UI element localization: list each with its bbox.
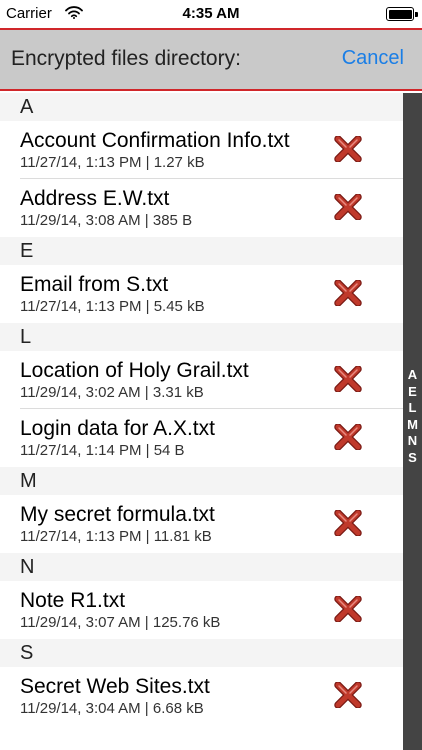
- delete-button[interactable]: [333, 595, 363, 625]
- file-row[interactable]: Email from S.txt 11/27/14, 1:13 PM | 5.45…: [0, 265, 403, 323]
- file-name: Note R1.txt: [20, 589, 126, 612]
- file-meta: 11/29/14, 3:04 AM | 6.68 kB: [20, 700, 204, 717]
- file-meta: 11/27/14, 1:14 PM | 54 B: [20, 442, 185, 459]
- section-index-bar[interactable]: AELMNS: [403, 93, 422, 750]
- delete-x-icon: [334, 509, 362, 539]
- file-name: Secret Web Sites.txt: [20, 675, 210, 698]
- delete-button[interactable]: [333, 681, 363, 711]
- file-row[interactable]: Account Confirmation Info.txt 11/27/14, 1…: [0, 121, 403, 179]
- section-group: Secret Web Sites.txt 11/29/14, 3:04 AM | …: [0, 667, 403, 725]
- delete-button[interactable]: [333, 135, 363, 165]
- file-name: Account Confirmation Info.txt: [20, 129, 290, 152]
- status-time: 4:35 AM: [182, 5, 240, 22]
- delete-x-icon: [334, 193, 362, 223]
- cancel-button[interactable]: Cancel: [342, 47, 404, 70]
- delete-button[interactable]: [333, 279, 363, 309]
- file-name: Address E.W.txt: [20, 187, 170, 210]
- battery-icon: [386, 7, 418, 21]
- section-index-letters: AELMNS: [403, 367, 422, 466]
- delete-x-icon: [334, 681, 362, 711]
- file-name: Location of Holy Grail.txt: [20, 359, 249, 382]
- index-letter-a[interactable]: A: [408, 367, 417, 384]
- section-header-m: M: [0, 467, 403, 495]
- file-meta: 11/27/14, 1:13 PM | 1.27 kB: [20, 154, 205, 171]
- file-row[interactable]: Location of Holy Grail.txt 11/29/14, 3:02…: [0, 351, 403, 409]
- status-bar: Carrier 4:35 AM: [0, 0, 422, 28]
- file-meta: 11/29/14, 3:07 AM | 125.76 kB: [20, 614, 221, 631]
- file-row[interactable]: Secret Web Sites.txt 11/29/14, 3:04 AM | …: [0, 667, 403, 725]
- index-letter-n[interactable]: N: [408, 433, 417, 450]
- file-row[interactable]: Address E.W.txt 11/29/14, 3:08 AM | 385 B: [0, 179, 403, 237]
- file-meta: 11/29/14, 3:02 AM | 3.31 kB: [20, 384, 204, 401]
- section-group: Note R1.txt 11/29/14, 3:07 AM | 125.76 kB: [0, 581, 403, 639]
- delete-button[interactable]: [333, 365, 363, 395]
- section-header-l: L: [0, 323, 403, 351]
- file-list[interactable]: A Account Confirmation Info.txt 11/27/14, …: [0, 93, 403, 750]
- file-name: Login data for A.X.txt: [20, 417, 215, 440]
- section-header-e: E: [0, 237, 403, 265]
- delete-x-icon: [334, 423, 362, 453]
- delete-button[interactable]: [333, 193, 363, 223]
- index-letter-s[interactable]: S: [408, 450, 417, 467]
- section-group: Location of Holy Grail.txt 11/29/14, 3:02…: [0, 351, 403, 467]
- index-letter-l[interactable]: L: [409, 400, 417, 417]
- delete-x-icon: [334, 135, 362, 165]
- file-name: My secret formula.txt: [20, 503, 215, 526]
- delete-button[interactable]: [333, 509, 363, 539]
- section-group: My secret formula.txt 11/27/14, 1:13 PM |…: [0, 495, 403, 553]
- file-row[interactable]: Note R1.txt 11/29/14, 3:07 AM | 125.76 kB: [0, 581, 403, 639]
- section-header-a: A: [0, 93, 403, 121]
- delete-x-icon: [334, 279, 362, 309]
- page-title: Encrypted files directory:: [11, 47, 241, 70]
- section-group: Email from S.txt 11/27/14, 1:13 PM | 5.45…: [0, 265, 403, 323]
- delete-x-icon: [334, 365, 362, 395]
- file-meta: 11/27/14, 1:13 PM | 5.45 kB: [20, 298, 205, 315]
- file-row[interactable]: Login data for A.X.txt 11/27/14, 1:14 PM …: [0, 409, 403, 467]
- index-letter-m[interactable]: M: [407, 417, 418, 434]
- file-name: Email from S.txt: [20, 273, 169, 296]
- navigation-bar: Encrypted files directory: Cancel: [0, 28, 422, 91]
- section-header-s: S: [0, 639, 403, 667]
- file-meta: 11/29/14, 3:08 AM | 385 B: [20, 212, 193, 229]
- index-letter-e[interactable]: E: [408, 384, 417, 401]
- file-row[interactable]: My secret formula.txt 11/27/14, 1:13 PM |…: [0, 495, 403, 553]
- section-header-n: N: [0, 553, 403, 581]
- section-group: Account Confirmation Info.txt 11/27/14, 1…: [0, 121, 403, 237]
- file-meta: 11/27/14, 1:13 PM | 11.81 kB: [20, 528, 212, 545]
- delete-x-icon: [334, 595, 362, 625]
- delete-button[interactable]: [333, 423, 363, 453]
